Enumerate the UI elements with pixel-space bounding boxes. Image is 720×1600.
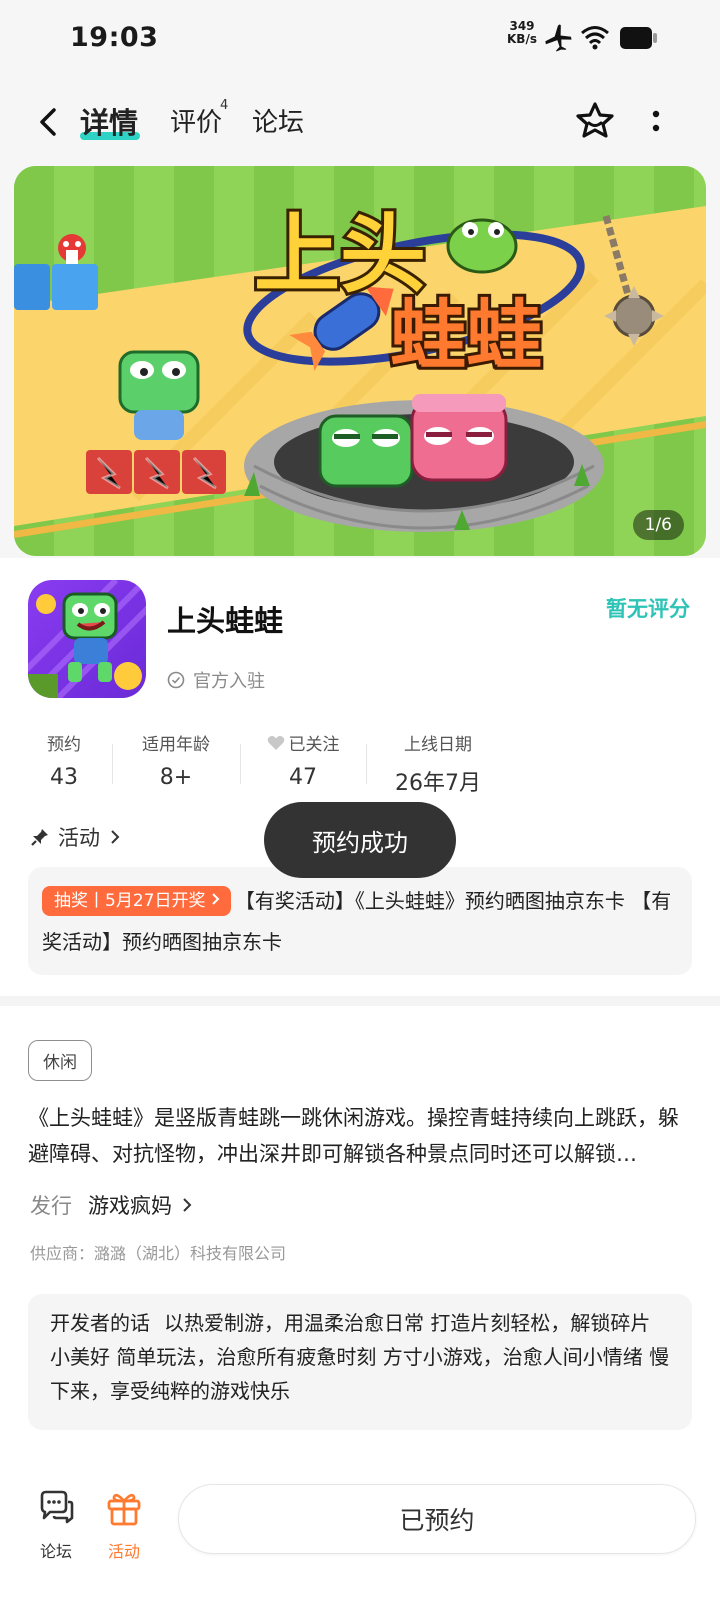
game-banner[interactable]: 上头 蛙蛙 1/6 [14, 166, 706, 556]
tab-details[interactable]: 详情 [80, 100, 138, 142]
star-favorite-icon[interactable] [574, 100, 616, 142]
top-nav: 详情 评价 4 论坛 [0, 80, 720, 166]
developer-note-label: 开发者的话 [50, 1311, 150, 1335]
stat-divider [112, 744, 113, 784]
app-name: 上头蛙蛙 [167, 604, 284, 638]
chevron-right-icon [111, 830, 120, 844]
supplier-info: 供应商：潞潞（湖北）科技有限公司 [30, 1244, 287, 1263]
gift-icon [107, 1493, 141, 1526]
section-divider [0, 996, 720, 1006]
reserved-button[interactable]: 已预约 [178, 1484, 696, 1554]
stat-label: 预约 [47, 735, 81, 755]
stat-followers: 已关注 47 [258, 730, 348, 790]
stat-label: 上线日期 [404, 735, 472, 755]
lottery-tag-label: 抽奖丨5月27日开奖 [54, 891, 206, 911]
stat-label: 已关注 [258, 730, 348, 755]
stat-divider [366, 744, 367, 784]
activity-section-link[interactable]: 活动 [30, 822, 122, 852]
back-icon[interactable] [30, 102, 70, 142]
developer-note: 开发者的话 以热爱制游，用温柔治愈日常 打造片刻轻松，解锁碎片小美好 简单玩法，治… [28, 1294, 692, 1430]
forum-label: 论坛 [39, 1542, 72, 1561]
stat-reservations: 预约 43 [28, 730, 100, 790]
battery-icon [620, 27, 657, 49]
lottery-tag: 抽奖丨5月27日开奖 [42, 886, 231, 916]
banner-page-counter: 1/6 [632, 510, 684, 540]
network-speed-unit: KB/s [507, 32, 537, 46]
forum-button[interactable]: 论坛 [26, 1488, 86, 1562]
reservation-success-toast: 预约成功 [264, 802, 456, 878]
activity-card[interactable]: 抽奖丨5月27日开奖 【有奖活动】《上头蛙蛙》预约晒图抽京东卡 【有奖活动】预约… [28, 867, 692, 975]
airplane-icon [545, 24, 572, 52]
status-bar: 19:03 349 KB/s [0, 0, 720, 80]
activity-label: 活动 [107, 1542, 140, 1561]
banner-title-top: 上头 [254, 205, 426, 305]
stat-value: 43 [50, 765, 78, 790]
wifi-icon [581, 26, 609, 50]
chevron-right-icon [183, 1198, 192, 1212]
official-label: 官方入驻 [193, 671, 265, 692]
pin-icon [31, 829, 48, 846]
banner-area: 上头 蛙蛙 1/6 [0, 166, 720, 558]
publisher-label: 发行 [30, 1194, 72, 1218]
reviews-count-badge: 4 [220, 98, 229, 113]
stat-divider [240, 744, 241, 784]
forum-chat-icon [40, 1490, 74, 1524]
status-time: 19:03 [70, 22, 159, 53]
stat-age-rating: 适用年龄 8+ [132, 730, 220, 790]
bottom-action-bar: 论坛 活动 已预约 [0, 1468, 720, 1600]
stat-value: 8+ [159, 765, 193, 790]
genre-tag[interactable]: 休闲 [28, 1040, 92, 1081]
network-speed: 349 KB/s [505, 20, 539, 46]
rating-status: 暂无评分 [606, 597, 690, 621]
game-description[interactable]: 《上头蛙蛙》是竖版青蛙跳一跳休闲游戏。操控青蛙持续向上跳跃，躲避障碍、对抗怪物，… [28, 1100, 694, 1172]
verified-check-icon [167, 671, 185, 689]
activity-button[interactable]: 活动 [94, 1488, 154, 1562]
activity-section-label: 活动 [58, 826, 100, 850]
stat-value: 47 [289, 765, 317, 790]
stat-launch-date: 上线日期 26年7月 [388, 730, 488, 797]
chevron-right-icon [212, 893, 220, 905]
banner-illustration: 上头 蛙蛙 [14, 166, 706, 556]
stat-value: 26年7月 [395, 771, 481, 796]
tab-reviews[interactable]: 评价 [170, 102, 222, 139]
banner-title-bottom: 蛙蛙 [390, 291, 542, 380]
heart-icon [267, 735, 284, 750]
publisher-row[interactable]: 发行 游戏疯妈 [30, 1190, 196, 1220]
app-icon [28, 580, 146, 698]
publisher-name: 游戏疯妈 [88, 1194, 172, 1218]
stat-label: 适用年龄 [142, 735, 210, 755]
more-vertical-icon[interactable] [646, 108, 666, 138]
official-badge: 官方入驻 [167, 667, 265, 693]
app-stats: 预约 43 适用年龄 8+ 已关注 47 上线日期 26年7月 [28, 730, 508, 800]
stat-label-text: 已关注 [288, 735, 340, 755]
tab-forum[interactable]: 论坛 [252, 102, 304, 139]
